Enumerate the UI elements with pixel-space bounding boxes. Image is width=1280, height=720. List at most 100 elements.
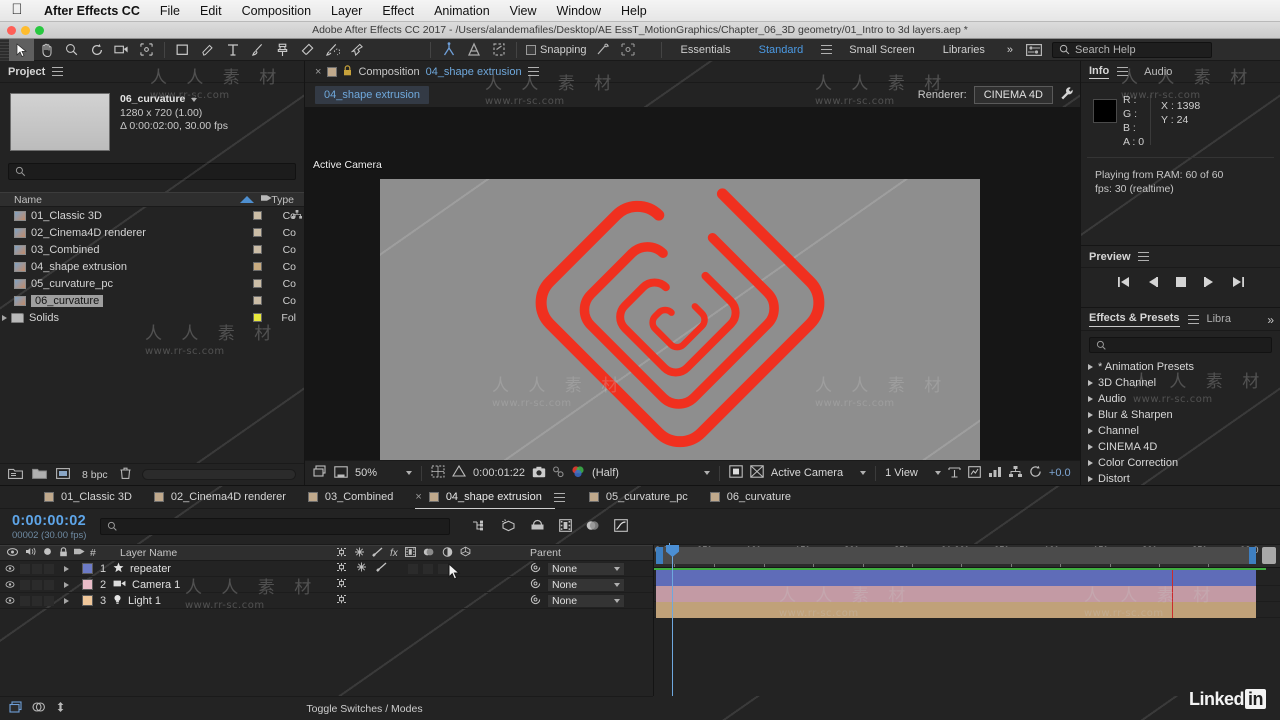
layer-visibility-toggle[interactable] [0,563,20,575]
project-search-input[interactable] [8,163,296,180]
first-frame-icon[interactable] [1117,276,1130,291]
menu-animation[interactable]: Animation [424,0,500,22]
camera-tool[interactable] [109,39,134,61]
timeline-tab-01-classic-3d[interactable]: 01_Classic 3D [44,486,154,509]
label-swatch[interactable] [253,211,262,220]
eraser-tool[interactable] [295,39,320,61]
show-snapshot-icon[interactable] [553,465,564,481]
quality-icon[interactable] [372,547,383,560]
disclosure-triangle-icon[interactable] [64,597,69,604]
work-area-bar[interactable] [656,547,1256,564]
motion-blur-icon[interactable] [423,547,435,560]
wrench-icon[interactable] [1060,86,1074,104]
composition-viewer[interactable]: Active Camera 人 人 素 材 www.rr-sc.com 人 人 … [305,107,1080,517]
timeline-layer-row[interactable]: 1 repeater None [0,561,653,577]
snapshot-icon[interactable] [532,466,546,481]
timeline-current-time[interactable]: 0:00:00:02 00002 (30.00 fps) [0,513,86,541]
project-settings-icon[interactable] [56,467,70,482]
hand-tool[interactable] [34,39,59,61]
solo-icon[interactable] [43,547,52,559]
view-count-dropdown[interactable]: 1 View [885,467,941,479]
layer-name[interactable]: Camera 1 [113,579,180,591]
frame-blending-icon[interactable] [559,518,573,535]
workspace-overflow[interactable]: » [999,39,1021,61]
layer-bar-light-1[interactable] [654,602,1280,618]
disclosure-triangle-icon[interactable] [1088,380,1093,386]
transfer-controls-icon[interactable] [32,701,45,716]
lock-icon[interactable] [59,546,68,560]
new-folder-icon[interactable] [8,467,23,482]
effects-category[interactable]: 3D Channel [1081,375,1280,391]
layer-parent[interactable]: None [530,561,625,576]
tab-audio[interactable]: Audio [1144,66,1172,78]
sort-ascending-icon[interactable] [240,194,254,206]
close-tab-icon[interactable]: × [315,66,321,78]
current-time-indicator[interactable] [666,545,679,696]
timeline-panel-menu-icon[interactable] [553,492,565,502]
effects-category[interactable]: Blur & Sharpen [1081,407,1280,423]
resolution-dropdown[interactable]: (Half) [592,467,710,479]
current-time-display[interactable]: 0:00:01:22 [473,467,525,479]
layer-visibility-toggle[interactable] [0,595,20,607]
search-help-field[interactable]: Search Help [1052,41,1213,58]
shy-icon[interactable] [336,562,347,575]
label-swatch[interactable] [253,228,262,237]
disclosure-triangle-icon[interactable] [1088,412,1093,418]
column-parent[interactable]: Parent [530,547,561,559]
layer-switch-slot[interactable] [438,563,448,574]
graph-editor-icon[interactable] [614,518,629,535]
menu-edit[interactable]: Edit [190,0,232,22]
layer-solo-toggle[interactable] [32,595,42,606]
info-panel-menu-icon[interactable] [1117,67,1129,76]
quality-icon[interactable] [376,562,387,575]
delete-icon[interactable] [120,467,131,482]
local-axis-mode-icon[interactable] [436,39,461,61]
composition-panel-menu-icon[interactable] [527,67,539,76]
workspace-menu-icon[interactable] [817,39,835,61]
comp-flowchart-icon[interactable] [988,466,1002,481]
parent-dropdown[interactable]: None [547,593,625,608]
chevron-down-icon[interactable] [406,471,413,475]
eye-icon[interactable] [7,547,18,559]
layer-lock-toggle[interactable] [44,563,54,574]
shy-icon[interactable] [336,547,347,560]
layer-bar-camera-1[interactable] [654,586,1280,602]
tab-info[interactable]: Info [1089,65,1110,79]
workspace-small-screen[interactable]: Small Screen [835,39,928,61]
column-number[interactable]: # [90,547,106,559]
tab-preview[interactable]: Preview [1089,251,1131,263]
layer-lock-toggle[interactable] [44,595,54,606]
label-column-icon[interactable] [68,547,90,559]
column-type[interactable]: Type [271,194,294,206]
collapse-icon[interactable] [356,562,367,575]
layer-switch-slot[interactable] [423,563,433,574]
last-frame-icon[interactable] [1232,276,1245,291]
shy-icon[interactable] [336,594,347,607]
timeline-search-input[interactable] [100,518,451,535]
effects-category[interactable]: Audio [1081,391,1280,407]
effects-category[interactable]: CINEMA 4D [1081,439,1280,455]
parent-dropdown[interactable]: None [547,577,625,592]
new-comp-icon[interactable] [32,467,47,482]
timeline-track-area[interactable]: 0:00f 05f 10f 15f 20f 25f 01:00f 05f 10f… [653,545,1280,696]
tab-libraries[interactable]: Libra [1207,313,1231,327]
layer-switch-slot[interactable] [408,563,418,574]
layer-switches-icon[interactable] [9,701,22,716]
layer-visibility-toggle[interactable] [0,579,20,591]
toggle-transparency-icon[interactable] [729,465,743,481]
tab-project[interactable]: Project [8,66,45,78]
work-area-end-handle[interactable] [1249,547,1256,564]
menu-composition[interactable]: Composition [232,0,321,22]
effects-search-input[interactable] [1089,337,1272,353]
layer-duration-bar[interactable] [656,586,1256,602]
hierarchy-icon[interactable] [1008,466,1022,480]
layer-switches[interactable] [336,594,347,607]
project-list-item-selected[interactable]: 06_curvature Co [0,292,304,309]
workspace-libraries[interactable]: Libraries [929,39,999,61]
bit-depth-label[interactable]: 8 bpc [79,469,111,481]
layer-label-swatch[interactable] [82,579,93,590]
timeline-tab-03-combined[interactable]: 03_Combined [307,486,416,509]
layer-solo-toggle[interactable] [32,563,42,574]
world-axis-mode-icon[interactable] [461,39,486,61]
view-axis-mode-icon[interactable] [486,39,511,61]
